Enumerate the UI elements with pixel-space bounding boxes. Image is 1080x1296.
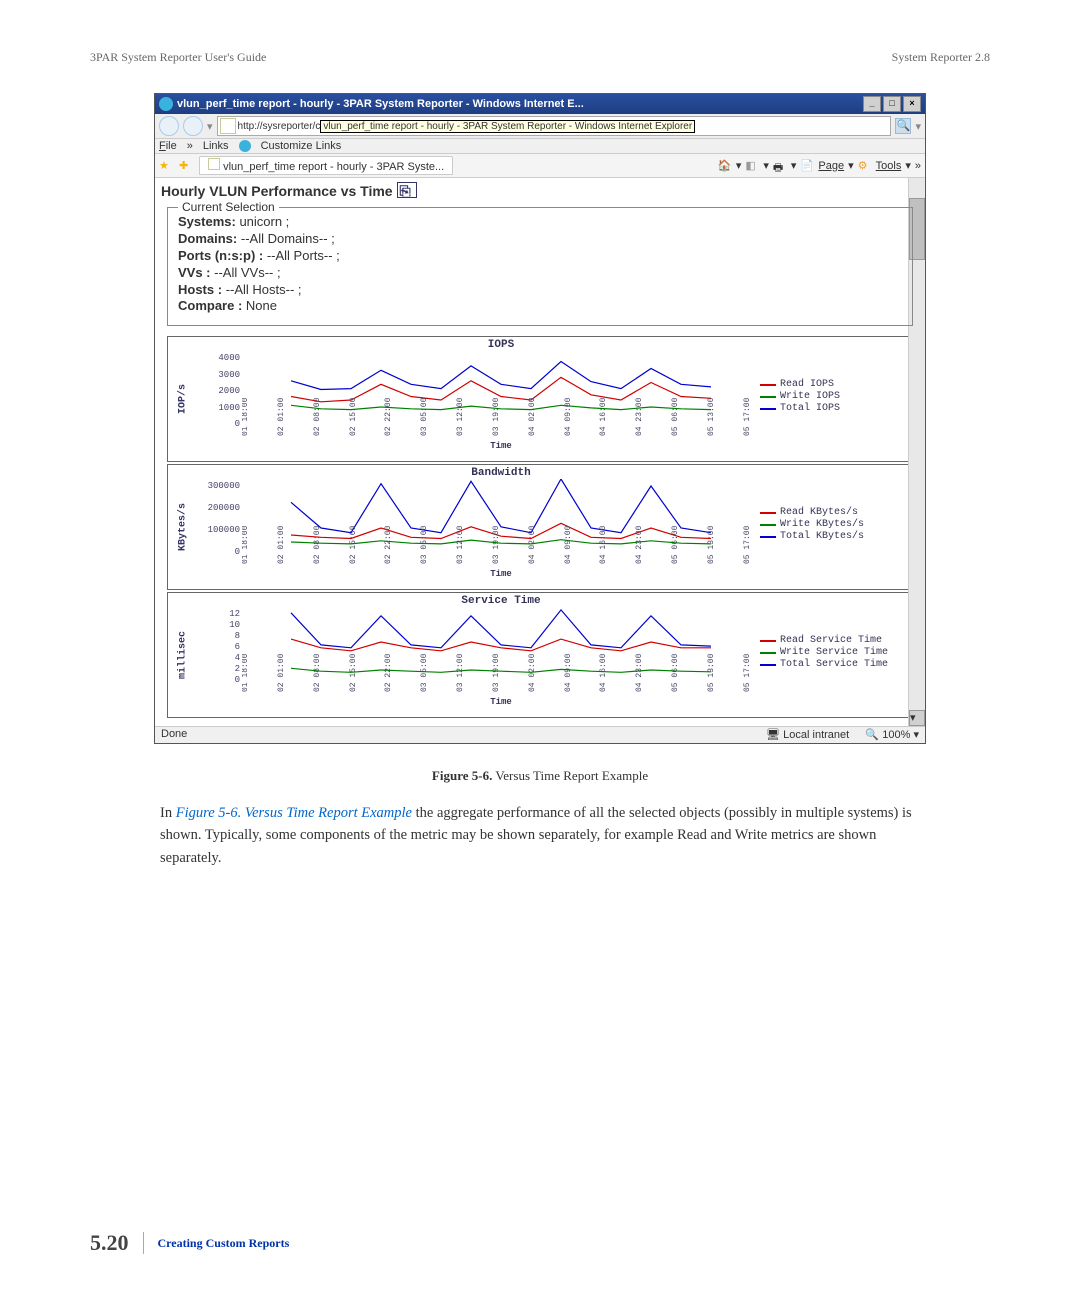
chart-legend: Read IOPSWrite IOPSTotal IOPS [760,339,910,459]
add-fav-icon[interactable]: ✚ [179,159,193,173]
chart-yaxis: 3000002000001000000 [196,467,242,587]
figure-caption: Figure 5-6. Versus Time Report Example [90,768,990,784]
chart-plot: Service Time01 18:0002 01:0002 08:0002 1… [242,595,760,715]
zoom-icon: 🔍 [865,728,879,742]
chart-ylabel: millisec [170,595,196,715]
favorites-star-icon[interactable]: ★ [159,159,173,173]
page-icon [220,118,236,134]
minimize-button[interactable]: _ [863,96,881,112]
links-label[interactable]: Links [203,140,229,152]
zone-icon: 🖥 [766,728,780,742]
file-menu[interactable]: File [159,140,177,152]
chart-ylabel: IOP/s [170,339,196,459]
scroll-down-icon[interactable]: ▾ [909,710,925,726]
chart-plot: IOPS01 18:0002 01:0002 08:0002 15:0002 2… [242,339,760,459]
header-right: System Reporter 2.8 [892,50,990,65]
search-icon[interactable]: 🔍 [895,118,911,134]
status-zoom[interactable]: 100% [882,729,910,741]
chart-0: IOP/s40003000200010000IOPS01 18:0002 01:… [167,336,913,462]
maximize-button[interactable]: □ [883,96,901,112]
selection-panel: Current Selection Systems: unicorn ; Dom… [167,207,913,326]
browser-tab[interactable]: vlun_perf_time report - hourly - 3PAR Sy… [199,156,453,175]
close-button[interactable]: × [903,96,921,112]
address-text: http://sysreporter/c [238,121,321,132]
body-paragraph: In Figure 5-6. Versus Time Report Exampl… [160,802,920,869]
chart-yaxis: 40003000200010000 [196,339,242,459]
export-icon[interactable]: ⎘ [397,182,417,198]
home-icon[interactable]: 🏠 [718,159,732,173]
ie-small-icon [239,140,251,152]
selection-legend: Current Selection [178,200,279,214]
report-title: Hourly VLUN Performance vs Time ⎘ [161,182,919,199]
chart-ylabel: KBytes/s [170,467,196,587]
back-button[interactable] [159,116,179,136]
chart-2: millisec121086420Service Time01 18:0002 … [167,592,913,718]
footer-section: Creating Custom Reports [158,1236,290,1251]
status-done: Done [161,728,187,742]
titlebar[interactable]: vlun_perf_time report - hourly - 3PAR Sy… [155,94,925,114]
tools-icon[interactable]: ⚙ [858,159,872,173]
tab-page-icon [208,158,220,170]
forward-button[interactable] [183,116,203,136]
page-number: 5.20 [90,1230,129,1256]
ie-icon [159,97,173,111]
browser-window: vlun_perf_time report - hourly - 3PAR Sy… [154,93,926,744]
chart-1: KBytes/s3000002000001000000Bandwidth01 1… [167,464,913,590]
customize-links[interactable]: Customize Links [261,140,342,152]
chart-legend: Read Service TimeWrite Service TimeTotal… [760,595,910,715]
tools-menu[interactable]: Tools [876,160,902,172]
chart-plot: Bandwidth01 18:0002 01:0002 08:0002 15:0… [242,467,760,587]
print-icon[interactable]: 🖶 [773,159,787,173]
page-menu-icon[interactable]: 📄 [800,159,814,173]
address-bar[interactable]: http://sysreporter/c vlun_perf_time repo… [217,116,892,136]
page-menu[interactable]: Page [818,160,844,172]
header-left: 3PAR System Reporter User's Guide [90,50,266,65]
address-tooltip: vlun_perf_time report - hourly - 3PAR Sy… [320,120,695,133]
figure-link[interactable]: Figure 5-6. Versus Time Report Example [176,805,412,821]
status-zone: Local intranet [783,729,849,741]
tab-label: vlun_perf_time report - hourly - 3PAR Sy… [223,161,444,173]
chart-yaxis: 121086420 [196,595,242,715]
chart-legend: Read KBytes/sWrite KBytes/sTotal KBytes/… [760,467,910,587]
feeds-icon[interactable]: ◧ [745,159,759,173]
window-title: vlun_perf_time report - hourly - 3PAR Sy… [177,98,584,110]
